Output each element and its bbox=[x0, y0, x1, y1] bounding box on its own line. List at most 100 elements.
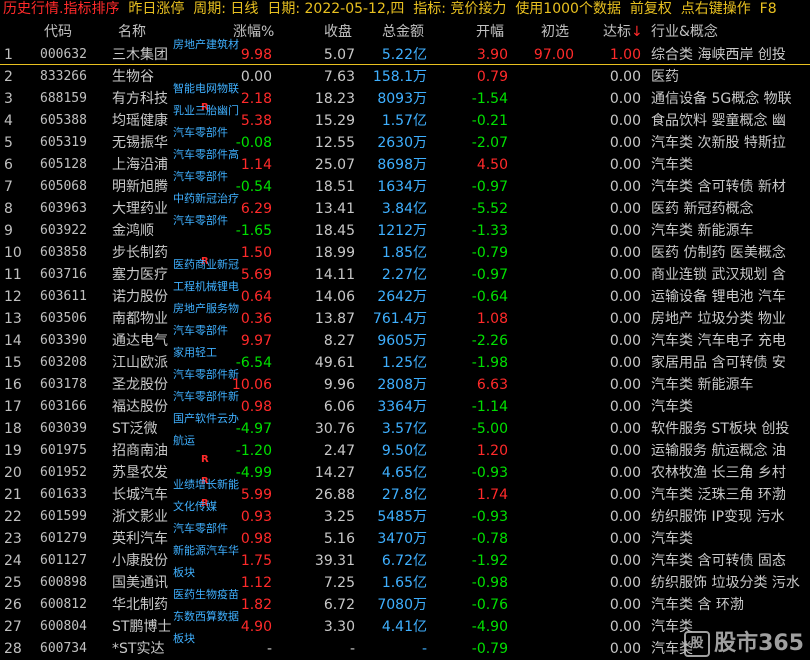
cell-close: 49.61 bbox=[314, 355, 355, 371]
table-row[interactable]: 19 601975 招商南油 航运 R -1.20 2.47 9.50亿 1.20 0.00 运输服… bbox=[0, 434, 810, 465]
table-row[interactable]: 14 603390 通达电气 汽车零部件 9.97 8.27 9605万 -2.26 0.00 汽… bbox=[0, 324, 810, 352]
cell-close: 39.31 bbox=[314, 553, 355, 569]
cell-reach: 0.00 bbox=[609, 69, 641, 85]
table-row[interactable]: 4 605388 均瑶健康 乳业三胎幽门 5.38 15.29 1.57亿 -0.21 0.00… bbox=[0, 104, 810, 132]
cell-code: 833266 bbox=[40, 69, 87, 84]
cell-close: 3.30 bbox=[323, 619, 355, 635]
cell-reach: 0.00 bbox=[609, 179, 641, 195]
cell-idx: 8 bbox=[4, 201, 13, 217]
title-item[interactable]: 前复权 bbox=[630, 1, 672, 17]
col-close[interactable]: 收盘 bbox=[324, 21, 352, 43]
col-amount[interactable]: 总金额 bbox=[382, 21, 424, 43]
cell-open: -0.93 bbox=[471, 465, 508, 481]
table-row[interactable]: 6 605128 上海沿浦 汽车零部件高 1.14 25.07 8698万 4.50 0.00 汽… bbox=[0, 148, 810, 176]
cell-idx: 3 bbox=[4, 91, 13, 107]
cell-reach: 0.00 bbox=[609, 135, 641, 151]
table-row[interactable]: 18 603039 ST泛微 国产软件云办 -4.97 30.76 3.57亿 -5.00 0.… bbox=[0, 412, 810, 440]
table-row[interactable]: 15 603208 江山欧派 家用轻工 -6.54 49.61 1.25亿 -1.98 0.00… bbox=[0, 346, 810, 374]
cell-reach: 0.00 bbox=[609, 311, 641, 327]
cell-code: 688159 bbox=[40, 91, 87, 106]
cell-amt: 2642万 bbox=[377, 289, 427, 305]
table-row[interactable]: 23 601279 英利汽车 汽车零部件 0.98 5.16 3470万 -0.78 0.00 汽… bbox=[0, 522, 810, 550]
table-row[interactable]: 24 601127 小康股份 新能源汽车华 1.75 39.31 6.72亿 -1.92 0.0… bbox=[0, 544, 810, 572]
table-row[interactable]: 21 601633 长城汽车 业绩增长新能 R 5.99 26.88 27.8亿 1.74 0.0… bbox=[0, 478, 810, 509]
cell-open: -1.98 bbox=[471, 355, 508, 371]
cell-name: 金鸿顺 bbox=[112, 223, 154, 239]
cell-pct: - bbox=[266, 641, 272, 657]
table-row[interactable]: 25 600898 国美通讯 板块 1.12 7.25 1.65亿 -0.98 0.00 纺织服饰… bbox=[0, 566, 810, 594]
cell-open: -1.14 bbox=[471, 399, 508, 415]
cell-open: 1.08 bbox=[476, 311, 508, 327]
cell-reach: 0.00 bbox=[609, 245, 641, 261]
table-row[interactable]: 1 000632 三木集团 房地产建筑材 9.98 5.07 5.22亿 3.90 97.00 1… bbox=[0, 38, 810, 66]
cell-close: 18.51 bbox=[314, 179, 355, 195]
cell-industry: 汽车类 汽车电子 充电 bbox=[651, 333, 786, 349]
watermark: 股股市365 bbox=[684, 625, 804, 657]
cell-industry: 汽车类 泛珠三角 环渤 bbox=[651, 487, 786, 503]
cell-close: 8.27 bbox=[323, 333, 355, 349]
cell-amt: 3364万 bbox=[377, 399, 427, 415]
cell-code: 601127 bbox=[40, 553, 87, 568]
cell-open: -0.93 bbox=[471, 509, 508, 525]
cell-open: -5.00 bbox=[471, 421, 508, 437]
cell-open: -4.90 bbox=[471, 619, 508, 635]
cell-amt: 5485万 bbox=[377, 509, 427, 525]
cell-code: 603039 bbox=[40, 421, 87, 436]
cell-name: 小康股份 bbox=[112, 553, 168, 569]
cell-industry: 运输设备 锂电池 汽车 bbox=[651, 289, 786, 305]
table-row[interactable]: 3 688159 有方科技 智能电网物联 R 2.18 18.23 8093万 -1.54 0.0… bbox=[0, 82, 810, 113]
col-open[interactable]: 开幅 bbox=[476, 21, 504, 43]
title-item[interactable]: 昨日涨停 bbox=[128, 1, 184, 17]
cell-close: 12.55 bbox=[314, 135, 355, 151]
cell-close: 25.07 bbox=[314, 157, 355, 173]
cell-open: 6.63 bbox=[476, 377, 508, 393]
cell-close: 5.16 bbox=[323, 531, 355, 547]
cell-code: 601975 bbox=[40, 443, 87, 458]
cell-open: -0.79 bbox=[471, 641, 508, 657]
cell-close: 9.96 bbox=[323, 377, 355, 393]
table-row[interactable]: 13 603506 南都物业 房地产服务物 0.36 13.87 761.4万 1.08 0.0… bbox=[0, 302, 810, 330]
cell-idx: 17 bbox=[4, 399, 22, 415]
cell-reach: 0.00 bbox=[609, 355, 641, 371]
col-code[interactable]: 代码 bbox=[44, 21, 72, 43]
table-row[interactable]: 12 603611 诺力股份 工程机械锂电 0.64 14.06 2642万 -0.64 0.0… bbox=[0, 280, 810, 308]
table-row[interactable]: 11 603716 塞力医疗 医药商业新冠 5.69 14.11 2.27亿 -0.97 0.0… bbox=[0, 258, 810, 286]
table-row[interactable]: 22 601599 浙文影业 文化传媒 0.93 3.25 5485万 -0.93 0.00 纺织… bbox=[0, 500, 810, 528]
title-item[interactable]: F8 bbox=[760, 1, 777, 17]
cell-amt: 1.57亿 bbox=[381, 113, 427, 129]
table-row[interactable]: 20 601952 苏垦农发 R -4.99 14.27 4.65亿 -0.93 0.00 农林牧… bbox=[0, 462, 810, 487]
table-row[interactable]: 8 603963 大理药业 中药新冠治疗 6.29 13.41 3.84亿 -5.52 0.00… bbox=[0, 192, 810, 220]
table-row[interactable]: 5 605319 无锡振华 汽车零部件 -0.08 12.55 2630万 -2.07 0.00… bbox=[0, 126, 810, 154]
table-row[interactable]: 7 605068 明新旭腾 汽车零部件 -0.54 18.51 1634万 -0.97 0.00… bbox=[0, 170, 810, 198]
cell-idx: 4 bbox=[4, 113, 13, 129]
cell-industry: 运输服务 航运概念 油 bbox=[651, 443, 786, 459]
table-row[interactable]: 10 603858 步长制药 R 1.50 18.99 1.85亿 -0.79 0.00 医药 仿… bbox=[0, 242, 810, 267]
col-industry[interactable]: 行业&概念 bbox=[651, 21, 718, 43]
cell-idx: 10 bbox=[4, 245, 22, 261]
cell-open: -0.64 bbox=[471, 289, 508, 305]
cell-name: 三木集团 bbox=[112, 47, 168, 63]
title-item[interactable]: 指标: 竞价接力 bbox=[413, 1, 506, 17]
cell-amt: 1.25亿 bbox=[381, 355, 427, 371]
title-item[interactable]: 日期: 2022-05-12,四 bbox=[267, 1, 404, 17]
cell-reach: 0.00 bbox=[609, 509, 641, 525]
col-name[interactable]: 名称 bbox=[118, 21, 146, 43]
col-first[interactable]: 初选 bbox=[541, 21, 569, 43]
table-row[interactable]: 26 600812 华北制药 医药生物疫苗 1.82 6.72 7080万 -0.76 0.00… bbox=[0, 588, 810, 616]
title-item[interactable]: 周期: 日线 bbox=[193, 1, 258, 17]
cell-industry: 房地产 垃圾分类 物业 bbox=[651, 311, 786, 327]
col-reach[interactable]: 达标↓ bbox=[603, 21, 643, 43]
cell-open: -0.97 bbox=[471, 179, 508, 195]
cell-idx: 22 bbox=[4, 509, 22, 525]
cell-close: 5.07 bbox=[323, 47, 355, 63]
cell-amt: 5.22亿 bbox=[381, 47, 427, 63]
cell-first: 97.00 bbox=[533, 47, 574, 63]
table-row[interactable]: 9 603922 金鸿顺 汽车零部件 -1.65 18.45 1212万 -1.33 0.00 汽… bbox=[0, 214, 810, 242]
cell-code: 600898 bbox=[40, 575, 87, 590]
table-row[interactable]: 17 603166 福达股份 汽车零部件新 0.98 6.06 3364万 -1.14 0.00… bbox=[0, 390, 810, 418]
col-reach-label: 达标 bbox=[603, 24, 631, 40]
title-item[interactable]: 点右键操作 bbox=[681, 1, 751, 17]
cell-idx: 18 bbox=[4, 421, 22, 437]
table-row[interactable]: 2 833266 生物谷 0.00 7.63 158.1万 0.79 0.00 医药 bbox=[0, 66, 810, 88]
table-row[interactable]: 16 603178 圣龙股份 汽车零部件新 10.06 9.96 2808万 6.63 0.00… bbox=[0, 368, 810, 396]
